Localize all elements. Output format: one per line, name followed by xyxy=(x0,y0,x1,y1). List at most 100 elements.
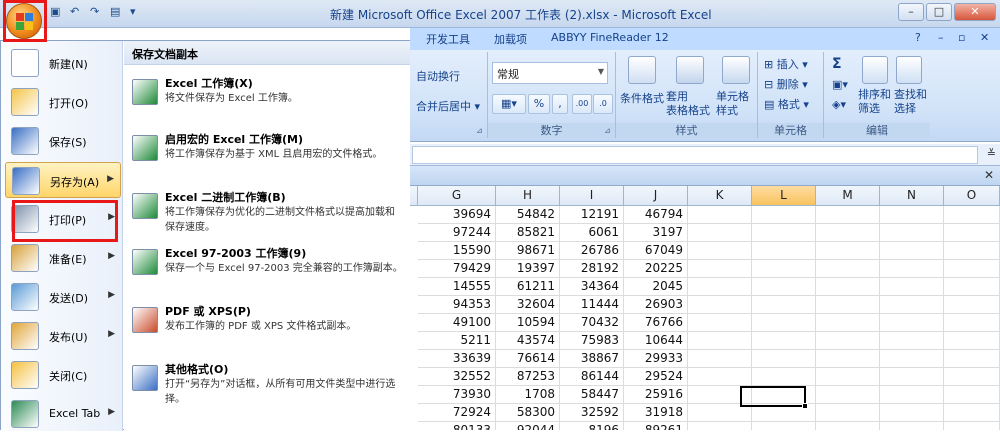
formula-input[interactable] xyxy=(412,146,978,164)
grid-cell[interactable] xyxy=(816,278,880,296)
grid-cell[interactable] xyxy=(752,422,816,430)
grid-cell[interactable]: 32592 xyxy=(560,404,624,422)
grid-cell[interactable] xyxy=(944,404,1000,422)
office-menu-item-1[interactable]: 打开(O) xyxy=(5,84,121,120)
grid-cell[interactable] xyxy=(880,242,944,260)
grid-cell[interactable] xyxy=(944,296,1000,314)
grid-cell[interactable] xyxy=(688,224,752,242)
grid-cell[interactable]: 87253 xyxy=(496,368,560,386)
fill-handle[interactable] xyxy=(802,403,808,409)
number-format-combo[interactable]: 常规 ▼ xyxy=(492,62,608,84)
office-menu-item-3[interactable]: 另存为(A) ▶ xyxy=(5,162,121,198)
grid-cell[interactable] xyxy=(752,350,816,368)
spreadsheet-grid[interactable]: G H I J K L M N O 39694 54842 12191 46794 97… xyxy=(410,186,1000,430)
delete-button[interactable]: ⊟ 删除 ▾ xyxy=(764,76,808,92)
grid-cell[interactable] xyxy=(944,224,1000,242)
grid-cell[interactable] xyxy=(880,332,944,350)
conditional-format-button[interactable]: 条件格式 xyxy=(620,90,664,106)
grid-cell[interactable] xyxy=(944,386,1000,404)
grid-cell[interactable]: 61211 xyxy=(496,278,560,296)
grid-cell[interactable] xyxy=(752,224,816,242)
grid-cell[interactable]: 58300 xyxy=(496,404,560,422)
grid-cell[interactable] xyxy=(944,278,1000,296)
grid-cell[interactable]: 70432 xyxy=(560,314,624,332)
number-dialog-launcher-icon[interactable]: ⊿ xyxy=(604,126,611,135)
grid-cell[interactable]: 39694 xyxy=(418,206,496,224)
grid-cell[interactable]: 94353 xyxy=(418,296,496,314)
grid-cell[interactable] xyxy=(880,422,944,430)
save-icon[interactable]: ▣ xyxy=(50,5,64,19)
maximize-button[interactable]: □ xyxy=(926,3,952,21)
sort-filter-button[interactable]: 排序和 筛选 xyxy=(858,88,891,116)
expand-formula-icon[interactable]: ≚ xyxy=(987,147,996,160)
office-menu-item-7[interactable]: 发布(U) ▶ xyxy=(5,318,121,354)
office-menu-item-5[interactable]: 准备(E) ▶ xyxy=(5,240,121,276)
decrease-decimal-button[interactable]: .0 xyxy=(593,94,613,114)
save-format-option-0[interactable]: Excel 工作簿(X) 将文件保存为 Excel 工作簿。 xyxy=(124,73,410,127)
grid-cell[interactable] xyxy=(944,350,1000,368)
office-menu-item-6[interactable]: 发送(D) ▶ xyxy=(5,279,121,315)
percent-button[interactable]: % xyxy=(528,94,550,114)
grid-cell[interactable]: 73930 xyxy=(418,386,496,404)
grid-cell[interactable] xyxy=(752,368,816,386)
currency-button[interactable]: ▦▾ xyxy=(492,94,526,114)
format-as-table-button[interactable]: 套用 表格格式 xyxy=(666,90,710,118)
grid-cell[interactable]: 32604 xyxy=(496,296,560,314)
grid-cell[interactable] xyxy=(880,260,944,278)
grid-cell[interactable] xyxy=(752,206,816,224)
grid-cell[interactable] xyxy=(688,422,752,430)
grid-cell[interactable] xyxy=(944,368,1000,386)
grid-cell[interactable]: 15590 xyxy=(418,242,496,260)
grid-cell[interactable] xyxy=(880,386,944,404)
grid-cell[interactable] xyxy=(816,350,880,368)
grid-cell[interactable]: 29933 xyxy=(624,350,688,368)
grid-cell[interactable]: 2045 xyxy=(624,278,688,296)
clear-icon[interactable]: ◈▾ xyxy=(832,98,846,111)
grid-cell[interactable] xyxy=(816,242,880,260)
tab-abbyy[interactable]: ABBYY FineReader 12 xyxy=(551,31,669,44)
office-menu-item-8[interactable]: 关闭(C) xyxy=(5,357,121,393)
grid-cell[interactable] xyxy=(688,296,752,314)
grid-cell[interactable]: 12191 xyxy=(560,206,624,224)
grid-cell[interactable]: 3197 xyxy=(624,224,688,242)
grid-cell[interactable]: 54842 xyxy=(496,206,560,224)
grid-cell[interactable]: 89261 xyxy=(624,422,688,430)
grid-cell[interactable] xyxy=(944,242,1000,260)
grid-cell[interactable]: 97244 xyxy=(418,224,496,242)
redo-icon[interactable]: ↷ xyxy=(90,5,104,19)
grid-cell[interactable]: 79429 xyxy=(418,260,496,278)
grid-cell[interactable]: 86144 xyxy=(560,368,624,386)
grid-cell[interactable] xyxy=(880,278,944,296)
grid-cell[interactable]: 72924 xyxy=(418,404,496,422)
grid-cell[interactable]: 10594 xyxy=(496,314,560,332)
minimize-button[interactable]: – xyxy=(898,3,924,21)
grid-cell[interactable] xyxy=(816,422,880,430)
grid-cell[interactable] xyxy=(688,350,752,368)
column-header-l[interactable]: L xyxy=(752,186,816,206)
comma-button[interactable]: , xyxy=(552,94,568,114)
grid-cell[interactable]: 75983 xyxy=(560,332,624,350)
grid-cell[interactable] xyxy=(816,224,880,242)
grid-cell[interactable]: 76766 xyxy=(624,314,688,332)
tab-developer[interactable]: 开发工具 xyxy=(426,31,470,47)
grid-cell[interactable] xyxy=(752,332,816,350)
grid-cell[interactable] xyxy=(944,422,1000,430)
grid-cell[interactable] xyxy=(752,314,816,332)
grid-cell[interactable]: 11444 xyxy=(560,296,624,314)
grid-cell[interactable] xyxy=(816,260,880,278)
grid-cell[interactable] xyxy=(944,332,1000,350)
grid-cell[interactable] xyxy=(816,332,880,350)
grid-cell[interactable]: 31918 xyxy=(624,404,688,422)
autosum-button[interactable]: Σ xyxy=(832,56,842,72)
grid-cell[interactable]: 46794 xyxy=(624,206,688,224)
grid-cell[interactable]: 20225 xyxy=(624,260,688,278)
grid-cell[interactable] xyxy=(880,296,944,314)
save-format-option-3[interactable]: Excel 97-2003 工作簿(9) 保存一个与 Excel 97-2003 … xyxy=(124,243,410,297)
grid-cell[interactable] xyxy=(688,332,752,350)
close-workbook-icon[interactable]: ✕ xyxy=(984,168,994,182)
help-icon[interactable]: ? xyxy=(915,31,921,44)
selected-cell-l13[interactable] xyxy=(740,386,808,409)
grid-cell[interactable] xyxy=(688,242,752,260)
office-menu-item-0[interactable]: 新建(N) xyxy=(5,45,121,81)
preview-icon[interactable]: ▤ xyxy=(110,5,124,19)
